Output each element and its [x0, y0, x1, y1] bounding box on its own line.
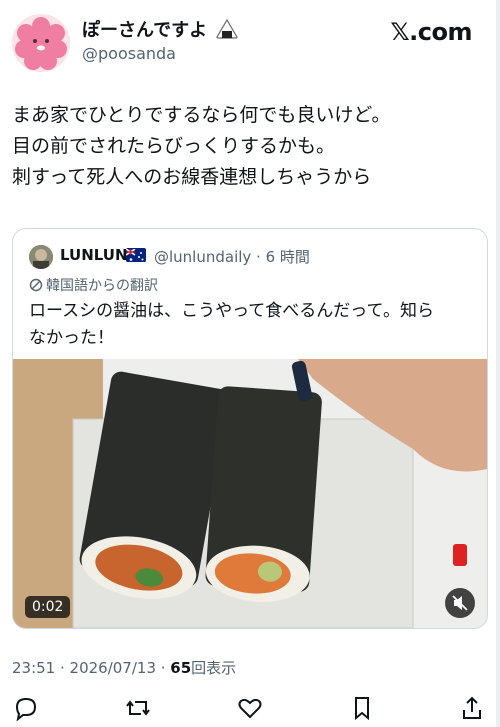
quote-text: ロースシの醤油は、こうやって食べるんだって。知ら なかった！: [29, 298, 469, 352]
tweet-text: まあ家でひとりでするなら何でも良いけど。 目の前でされたらびっくりするかも。 刺…: [12, 100, 482, 193]
video-duration: 0:02: [25, 596, 71, 618]
bookmark-icon[interactable]: [348, 694, 376, 722]
views-label: 回表示: [191, 659, 237, 677]
timestamp[interactable]: 23:51 · 2026/07/13 ·: [12, 659, 170, 677]
tweet-line: まあ家でひとりでするなら何でも良いけど。: [12, 104, 391, 126]
onigiri-icon: [216, 18, 238, 44]
translate-icon: [29, 278, 43, 296]
quoted-tweet[interactable]: LUNLUN @lunlundaily · 6 時間 韓国語からの翻訳 ロースシ…: [12, 228, 488, 629]
reply-icon[interactable]: [12, 694, 40, 722]
flag-au-icon: [126, 248, 146, 262]
author-name-text[interactable]: ぽーさんですよ: [82, 20, 207, 41]
action-bar: [0, 690, 500, 727]
translation-note-text: 韓国語からの翻訳: [46, 278, 158, 294]
author-avatar[interactable]: [12, 14, 70, 72]
author-handle[interactable]: @poosanda: [82, 44, 176, 63]
tweet-line: 刺すって死人へのお線香連想しちゃうから: [12, 166, 372, 188]
x-logo[interactable]: 𝕏.com: [390, 18, 472, 46]
quote-line: なかった！: [29, 328, 114, 348]
views-count: 65: [170, 659, 192, 677]
video-frame: [13, 359, 487, 628]
translation-note: 韓国語からの翻訳: [29, 275, 158, 296]
scrollbar[interactable]: [496, 0, 500, 727]
retweet-icon[interactable]: [124, 694, 152, 722]
quote-avatar[interactable]: [29, 245, 53, 269]
share-icon[interactable]: [458, 694, 486, 722]
mute-icon[interactable]: [445, 588, 475, 618]
author-name[interactable]: ぽーさんですよ: [82, 16, 238, 44]
quote-handle-time[interactable]: @lunlundaily · 6 時間: [154, 246, 310, 267]
tweet-meta: 23:51 · 2026/07/13 · 65回表示: [12, 657, 236, 678]
quote-author-name[interactable]: LUNLUN: [60, 246, 128, 264]
tweet-line: 目の前でされたらびっくりするかも。: [12, 135, 336, 157]
quote-line: ロースシの醤油は、こうやって食べるんだって。知ら: [29, 301, 434, 321]
like-icon[interactable]: [236, 694, 264, 722]
video-player[interactable]: 0:02: [13, 359, 487, 628]
